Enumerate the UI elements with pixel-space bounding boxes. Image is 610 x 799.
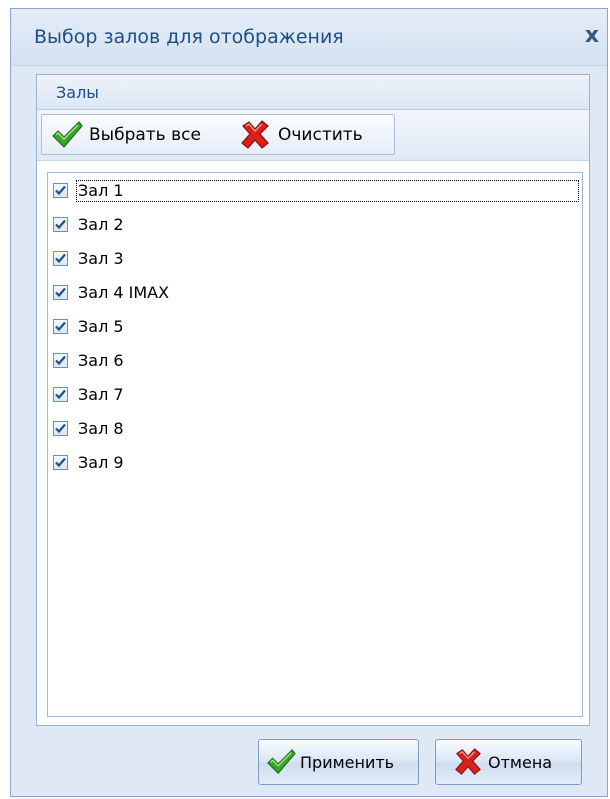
halls-toolbar: Выбрать все Очистить <box>37 110 589 161</box>
hall-checkbox[interactable] <box>53 183 68 198</box>
select-all-button[interactable]: Выбрать все <box>50 115 201 154</box>
list-item-hall-6[interactable]: Зал 6 <box>48 345 580 378</box>
list-item-hall-1[interactable]: Зал 1 <box>48 175 580 208</box>
halls-group-header: Залы <box>37 75 589 110</box>
cancel-label: Отмена <box>488 752 553 772</box>
list-item-hall-8[interactable]: Зал 8 <box>48 413 580 446</box>
hall-label: Зал 4 IMAX <box>78 283 170 302</box>
red-cross-icon <box>241 119 269 149</box>
hall-checkbox[interactable] <box>53 251 68 266</box>
focus-rectangle <box>76 180 579 202</box>
halls-group-title: Залы <box>56 83 99 102</box>
close-icon: x <box>584 23 600 48</box>
dialog-titlebar: Выбор залов для отображения x <box>11 9 607 66</box>
hall-checkbox[interactable] <box>53 353 68 368</box>
checkmark-icon <box>52 120 83 148</box>
apply-label: Применить <box>300 752 395 772</box>
list-item-hall-4[interactable]: Зал 4 IMAX <box>48 277 580 310</box>
hall-checkbox[interactable] <box>53 421 68 436</box>
hall-checkbox[interactable] <box>53 217 68 232</box>
cancel-button[interactable]: Отмена <box>435 739 582 785</box>
hall-label: Зал 8 <box>78 419 124 438</box>
hall-checkbox[interactable] <box>53 319 68 334</box>
apply-button[interactable]: Применить <box>258 739 419 785</box>
clear-button[interactable]: Очистить <box>238 115 363 154</box>
hall-checkbox[interactable] <box>53 387 68 402</box>
hall-label: Зал 5 <box>78 317 124 336</box>
hall-checkbox[interactable] <box>53 455 68 470</box>
list-item-hall-3[interactable]: Зал 3 <box>48 243 580 276</box>
hall-label: Зал 9 <box>78 453 124 472</box>
halls-list[interactable]: Зал 1 Зал 2 Зал 3 Зал 4 IMAX Зал 5 Зал 6… <box>47 172 583 717</box>
select-all-label: Выбрать все <box>89 124 201 145</box>
close-button[interactable]: x <box>579 23 605 49</box>
dialog-title: Выбор залов для отображения <box>34 26 344 48</box>
hall-checkbox[interactable] <box>53 285 68 300</box>
hall-selection-dialog: Выбор залов для отображения x Залы Выбра… <box>10 8 608 797</box>
checkmark-icon <box>267 749 296 774</box>
clear-label: Очистить <box>278 124 363 145</box>
halls-group: Залы Выбрать все Очистить Зал 1 Зал 2 За… <box>36 74 590 726</box>
hall-label: Зал 6 <box>78 351 124 370</box>
list-item-hall-7[interactable]: Зал 7 <box>48 379 580 412</box>
hall-label: Зал 3 <box>78 249 124 268</box>
hall-label: Зал 2 <box>78 215 124 234</box>
list-item-hall-5[interactable]: Зал 5 <box>48 311 580 344</box>
red-cross-icon <box>455 748 481 775</box>
toolbar-button-group: Выбрать все Очистить <box>41 114 395 155</box>
hall-label: Зал 7 <box>78 385 124 404</box>
list-item-hall-2[interactable]: Зал 2 <box>48 209 580 242</box>
list-item-hall-9[interactable]: Зал 9 <box>48 447 580 480</box>
